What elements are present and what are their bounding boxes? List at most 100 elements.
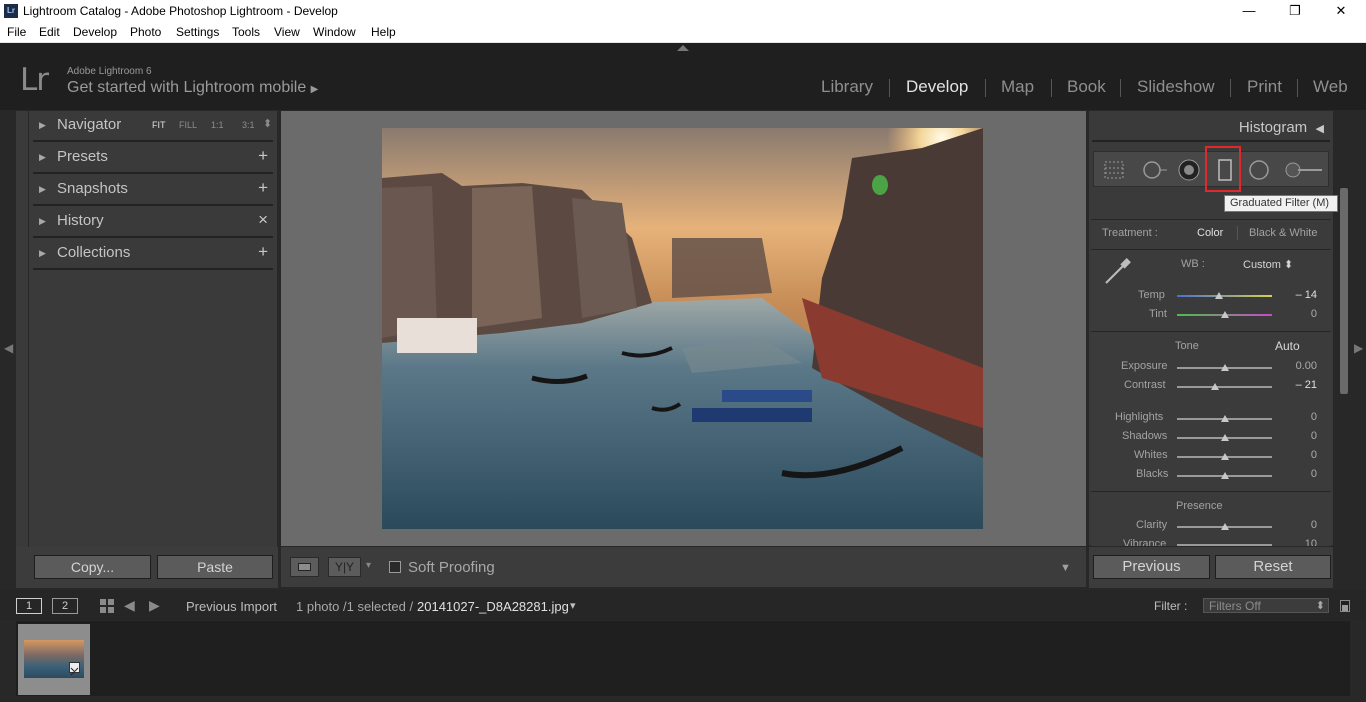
right-panel-toggle-icon[interactable]: ▶ [1354,341,1363,355]
menu-edit[interactable]: Edit [39,25,60,39]
tint-slider-thumb[interactable] [1220,311,1229,318]
restore-button[interactable]: ❐ [1272,0,1318,23]
collections-header[interactable]: ▶ Collections + [29,239,277,271]
blacks-slider-thumb[interactable] [1220,472,1229,479]
menu-settings[interactable]: Settings [176,25,219,39]
left-panel-toggle-icon[interactable]: ◀ [4,341,13,355]
crop-overlay-icon[interactable] [1103,159,1125,181]
history-header[interactable]: ▶ History × [29,207,277,239]
add-snapshot-icon[interactable]: + [258,178,268,198]
add-collection-icon[interactable]: + [258,242,268,262]
wb-preset-select[interactable]: Custom ⬍ [1243,258,1293,271]
menu-develop[interactable]: Develop [73,25,117,39]
edited-badge-icon [69,662,80,676]
temp-slider-thumb[interactable] [1214,292,1223,299]
previous-button[interactable]: Previous [1093,555,1210,579]
vibrance-value[interactable]: 10 [1277,538,1317,546]
highlights-value[interactable]: 0 [1277,411,1317,423]
clarity-label: Clarity [1136,519,1168,531]
play-arrow-icon: ▶ [310,84,319,95]
before-after-button[interactable]: Y|Y [328,557,361,577]
secondary-window-button[interactable]: 2 [52,598,78,614]
lightroom-logo: Lr [20,62,49,98]
add-preset-icon[interactable]: + [258,146,268,166]
close-button[interactable]: ✕ [1318,0,1364,23]
histogram-header[interactable]: Histogram ◀ [1239,119,1324,136]
menu-tools[interactable]: Tools [232,25,260,39]
grid-view-icon[interactable] [99,598,115,614]
blacks-label: Blacks [1136,468,1169,480]
module-web[interactable]: Web [1313,77,1348,97]
treatment-bw-option[interactable]: Black & White [1249,227,1317,239]
source-label[interactable]: Previous Import [186,599,277,614]
zoom-spinner-icon[interactable]: ⬍ [263,117,272,130]
radial-filter-icon[interactable] [1248,159,1270,181]
presets-header[interactable]: ▶ Presets + [29,143,277,175]
soft-proofing-label: Soft Proofing [408,559,495,576]
copy-settings-button[interactable]: Copy... [34,555,151,579]
zoom-fill-option[interactable]: FILL [179,120,197,130]
zoom-fit-option[interactable]: FIT [152,120,166,130]
module-book[interactable]: Book [1067,77,1106,97]
module-slideshow[interactable]: Slideshow [1137,77,1215,97]
collapse-top-icon[interactable] [677,45,689,51]
toolbar-options-icon[interactable]: ▼ [1060,562,1071,574]
reset-button[interactable]: Reset [1215,555,1331,579]
main-photo[interactable] [382,128,983,529]
minimize-button[interactable]: — [1226,0,1272,23]
shadows-slider-thumb[interactable] [1220,434,1229,441]
before-after-dropdown-icon[interactable]: ▾ [366,560,371,571]
module-library[interactable]: Library [821,77,873,97]
clarity-value[interactable]: 0 [1277,519,1317,531]
clear-history-icon[interactable]: × [258,210,268,230]
whites-label: Whites [1134,449,1168,461]
whites-value[interactable]: 0 [1277,449,1317,461]
tint-value[interactable]: 0 [1277,308,1317,320]
mobile-promo-link[interactable]: Get started with Lightroom mobile ▶ [67,79,318,97]
whites-slider-thumb[interactable] [1220,453,1229,460]
module-divider [1051,79,1052,97]
menu-window[interactable]: Window [313,25,356,39]
filter-lock-icon[interactable] [1340,600,1350,612]
paste-settings-button[interactable]: Paste [157,555,273,579]
navigator-header[interactable]: ▶ Navigator FIT FILL 1:1 3:1 ⬍ [29,111,277,143]
soft-proofing-checkbox[interactable] [389,561,401,573]
red-eye-correction-icon[interactable] [1178,159,1200,181]
blacks-value[interactable]: 0 [1277,468,1317,480]
spot-removal-icon[interactable] [1142,159,1168,181]
shadows-value[interactable]: 0 [1277,430,1317,442]
module-develop[interactable]: Develop [906,77,968,97]
adjustment-brush-icon[interactable] [1284,159,1324,181]
zoom-3to1-option[interactable]: 3:1 [242,120,255,130]
module-map[interactable]: Map [1001,77,1034,97]
temp-value[interactable]: – 14 [1277,289,1317,301]
menu-photo[interactable]: Photo [130,25,161,39]
menu-help[interactable]: Help [371,25,396,39]
module-print[interactable]: Print [1247,77,1282,97]
filter-select[interactable]: Filters Off ⬍ [1203,598,1329,613]
exposure-slider-thumb[interactable] [1220,364,1229,371]
highlights-slider-thumb[interactable] [1220,415,1229,422]
snapshots-header[interactable]: ▶ Snapshots + [29,175,277,207]
filename-label[interactable]: 20141027-_D8A28281.jpg [417,599,569,614]
white-balance-eyedropper-icon[interactable] [1102,256,1134,286]
right-panel-scroll-thumb[interactable] [1340,188,1348,394]
menu-view[interactable]: View [274,25,300,39]
treatment-color-option[interactable]: Color [1197,227,1223,239]
contrast-slider-thumb[interactable] [1211,383,1219,390]
zoom-1to1-option[interactable]: 1:1 [211,120,224,130]
menu-file[interactable]: File [7,25,26,39]
forward-arrow-icon[interactable]: ▶ [149,597,160,614]
tone-label: Tone [1175,340,1199,352]
contrast-slider-track[interactable] [1177,386,1272,388]
exposure-value[interactable]: 0.00 [1277,360,1317,372]
back-arrow-icon[interactable]: ◀ [124,597,135,614]
primary-window-button[interactable]: 1 [16,598,42,614]
loupe-view-button[interactable] [290,557,319,577]
temp-slider-track[interactable] [1177,295,1272,297]
auto-tone-button[interactable]: Auto [1275,339,1300,353]
filename-dropdown-icon[interactable]: ▾ [570,599,576,612]
clarity-slider-thumb[interactable] [1220,523,1229,530]
vibrance-slider-track[interactable] [1177,544,1272,546]
contrast-value[interactable]: – 21 [1277,379,1317,391]
